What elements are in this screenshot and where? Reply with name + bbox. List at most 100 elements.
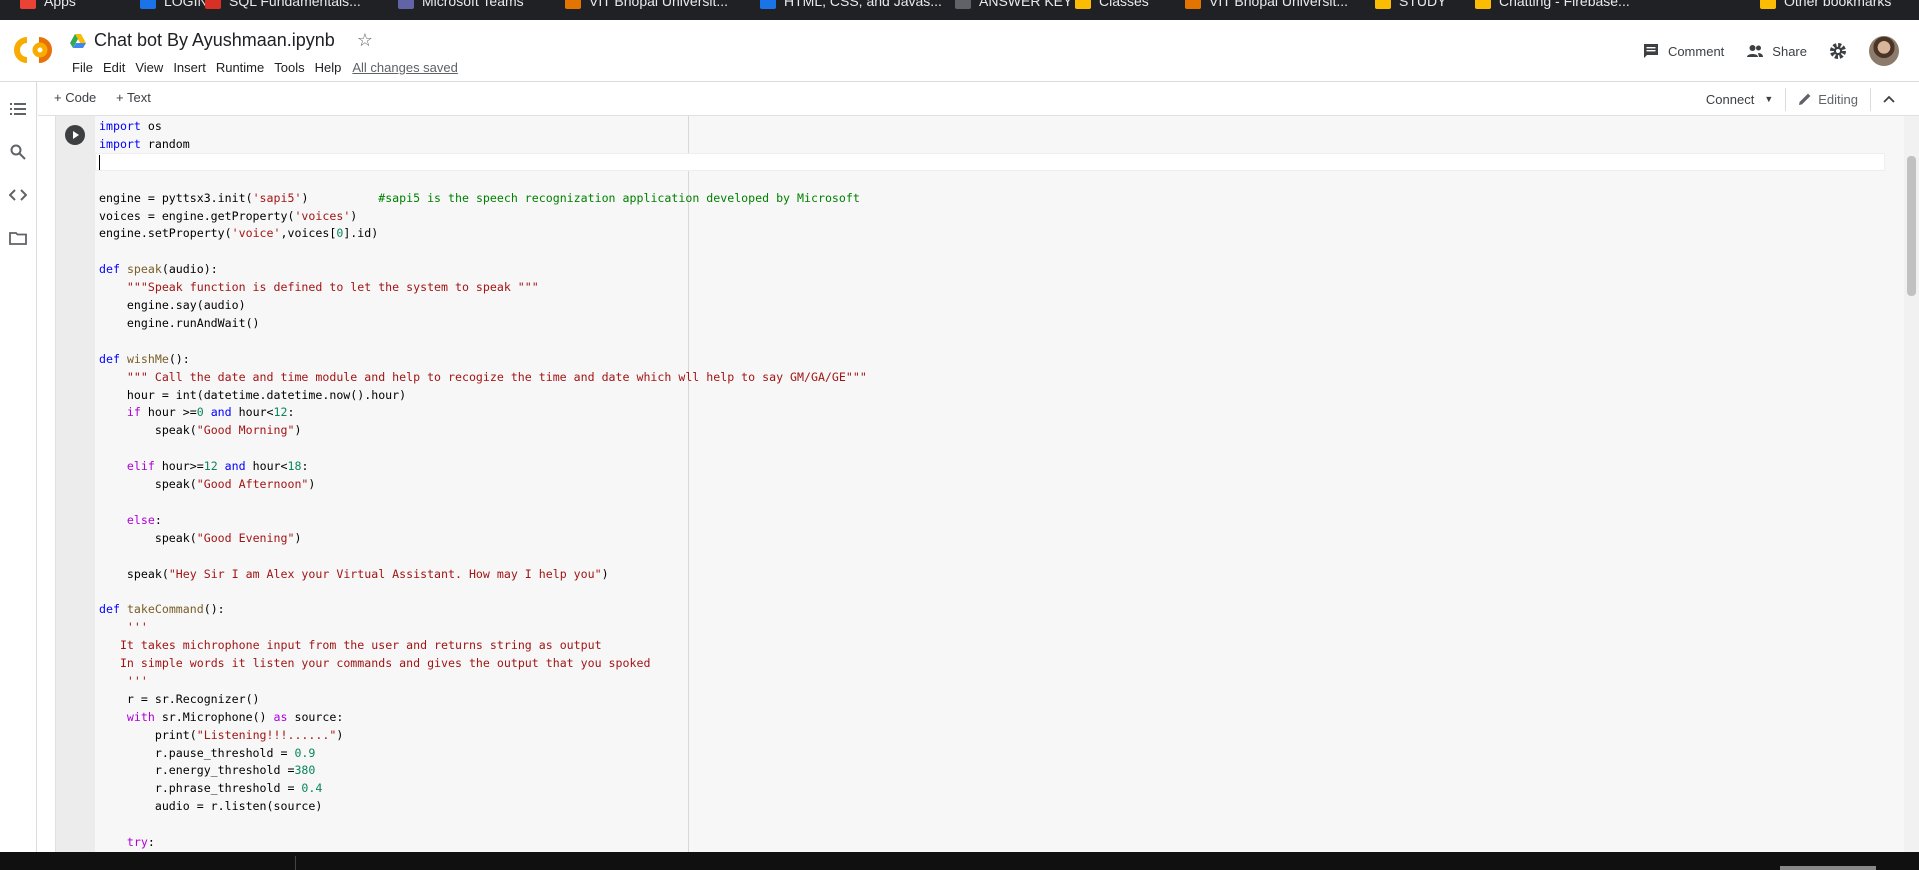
bookmark-icon (1760, 0, 1776, 9)
code-token: : (301, 459, 309, 474)
code-token: elif (126, 459, 155, 474)
code-token: ) (308, 477, 316, 491)
bookmark-item[interactable]: ANSWER KEY (955, 0, 1072, 9)
menu-file[interactable]: File (67, 58, 98, 77)
folder-icon[interactable] (9, 229, 27, 247)
taskbar-divider (295, 856, 296, 870)
share-button[interactable]: Share (1746, 42, 1807, 60)
code-token: ) (294, 423, 302, 438)
bookmark-label: Other bookmarks (1784, 0, 1892, 9)
bookmark-item[interactable]: HTML, CSS, and Javas... (760, 0, 942, 9)
bookmark-icon (205, 0, 221, 9)
bookmark-item[interactable]: LOGIN (140, 0, 208, 9)
collapse-header-button[interactable] (1871, 87, 1907, 111)
code-token: with (126, 709, 155, 724)
comment-button[interactable]: Comment (1642, 42, 1724, 60)
code-line: with sr.Microphone() as source: (99, 708, 343, 726)
code-editor[interactable]: import os import random engine = pyttsx3.i… (95, 116, 1904, 852)
code-token: 380 (294, 763, 316, 778)
menu-help[interactable]: Help (310, 58, 347, 77)
taskbar-item[interactable] (1780, 866, 1876, 870)
code-token: os (140, 119, 162, 133)
bookmark-item[interactable]: SQL Fundamentals... (205, 0, 361, 9)
code-token: ) (301, 190, 379, 205)
code-token: ''' (126, 620, 148, 635)
notebook-title[interactable]: Chat bot By Ayushmaan.ipynb (94, 30, 335, 51)
bookmark-item[interactable]: VIT Bhopal Universit... (565, 0, 728, 9)
code-token: 'sapi5' (252, 190, 302, 205)
code-token: audio = r.listen(source) (99, 799, 323, 814)
code-line: speak("Good Evening") (99, 529, 302, 547)
code-line: r.pause_threshold = 0.9 (99, 744, 316, 762)
code-token: 12 (203, 459, 218, 474)
bookmark-item[interactable]: Microsoft Teams (398, 0, 524, 9)
code-token: speak( (99, 423, 197, 438)
notebook-scrollbar[interactable] (1904, 116, 1919, 852)
share-label: Share (1772, 43, 1807, 59)
bookmark-icon (955, 0, 971, 9)
code-token: (): (168, 351, 190, 366)
code-token: r.energy_threshold = (99, 763, 295, 778)
text-caret (99, 154, 100, 170)
search-icon[interactable] (9, 143, 27, 161)
bookmark-item[interactable]: Chatting - Firebase... (1475, 0, 1630, 9)
code-token: In simple words it listen your commands … (119, 656, 651, 670)
bookmark-item[interactable]: Apps (20, 0, 76, 9)
bookmark-label: Apps (44, 0, 76, 9)
bookmark-item[interactable]: Classes (1075, 0, 1149, 9)
colab-logo-icon[interactable] (13, 36, 53, 64)
code-token: : (147, 835, 155, 849)
gear-icon[interactable] (1829, 42, 1847, 60)
star-icon[interactable]: ☆ (357, 30, 373, 51)
comment-icon (1643, 44, 1658, 58)
code-token: ) (350, 208, 358, 223)
code-cell[interactable]: import os import random engine = pyttsx3.i… (55, 116, 1904, 852)
bookmark-item[interactable]: STUDY (1375, 0, 1446, 9)
connect-button[interactable]: Connect ▼ (1694, 87, 1787, 111)
chevron-down-icon[interactable]: ▼ (1764, 94, 1773, 104)
avatar[interactable] (1869, 36, 1899, 66)
code-token: "Good Evening" (196, 530, 295, 545)
code-token: ''' (126, 673, 148, 688)
code-token: It takes michrophone input from the user… (119, 638, 602, 653)
code-line: r.energy_threshold =380 (99, 761, 316, 779)
menu-insert[interactable]: Insert (168, 58, 211, 77)
code-line: import random (99, 135, 190, 153)
add-code-button[interactable]: + Code (54, 90, 96, 105)
code-line: r = sr.Recognizer() (99, 690, 260, 708)
table-of-contents-icon[interactable] (9, 100, 27, 118)
editing-mode-button[interactable]: Editing (1786, 87, 1871, 111)
code-token: voices = engine.getProperty( (99, 208, 295, 223)
connect-label: Connect (1705, 91, 1755, 107)
save-status-link[interactable]: All changes saved (352, 58, 458, 77)
bookmark-icon (1075, 0, 1091, 9)
bookmark-item[interactable]: VIT Bhopal Universit... (1185, 0, 1348, 9)
menu-bar: File Edit View Insert Runtime Tools Help… (67, 58, 458, 77)
add-text-button[interactable]: + Text (116, 90, 151, 105)
menu-edit[interactable]: Edit (98, 58, 130, 77)
code-line: if hour >=0 and hour<12: (99, 403, 295, 421)
code-token: wishMe (126, 351, 169, 366)
bookmark-item[interactable]: Other bookmarks (1760, 0, 1891, 9)
notebook-header: Chat bot By Ayushmaan.ipynb ☆ File Edit … (0, 20, 1919, 82)
run-cell-button[interactable] (65, 125, 85, 145)
code-line: elif hour>=12 and hour<18: (99, 457, 309, 475)
code-line: def speak(audio): (99, 260, 218, 278)
code-token: engine.say(audio) (99, 298, 246, 312)
bookmark-icon (760, 0, 776, 9)
bookmark-icon (20, 0, 36, 9)
menu-tools[interactable]: Tools (269, 58, 309, 77)
scrollbar-thumb[interactable] (1907, 156, 1916, 296)
menu-runtime[interactable]: Runtime (211, 58, 269, 77)
chevron-up-icon (1883, 95, 1895, 103)
bookmark-icon (565, 0, 581, 9)
menu-view[interactable]: View (130, 58, 168, 77)
code-snippets-icon[interactable] (9, 186, 27, 204)
bookmark-icon (1375, 0, 1391, 9)
code-line: ''' (99, 672, 148, 690)
code-token: if (126, 405, 141, 420)
code-token: hour >= (140, 405, 197, 420)
